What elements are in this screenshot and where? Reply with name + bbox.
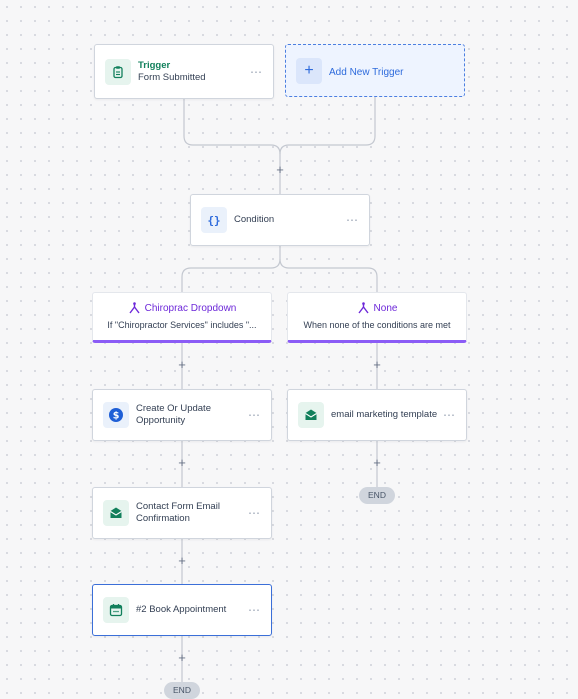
condition-label: Condition (234, 214, 275, 225)
book-appointment-card[interactable]: #2 Book Appointment ⋯ (92, 584, 272, 636)
add-new-trigger-button[interactable]: + Add New Trigger (285, 44, 465, 97)
action-label-line2: Confirmation (136, 513, 190, 524)
end-pill-right: END (359, 487, 395, 504)
end-pill-left: END (164, 682, 200, 699)
add-step-plus-left-4[interactable]: + (175, 651, 189, 665)
trigger-menu-icon[interactable]: ⋯ (250, 65, 263, 79)
action-label-line1: Contact Form Email (136, 501, 220, 512)
action-menu-icon[interactable]: ⋯ (248, 603, 261, 617)
branch-icon (129, 302, 140, 314)
add-step-plus-right-2[interactable]: + (370, 456, 384, 470)
action-label-line1: Create Or Update (136, 403, 211, 414)
trigger-title: Trigger (138, 59, 171, 71)
calendar-icon (103, 597, 129, 623)
trigger-subtitle: Form Submitted (138, 71, 206, 83)
action-label-line2: Opportunity (136, 415, 186, 426)
branch-none[interactable]: None When none of the conditions are met (287, 292, 467, 343)
plus-icon: + (296, 58, 322, 84)
condition-card[interactable]: {} Condition ⋯ (190, 194, 370, 246)
add-step-plus-left-1[interactable]: + (175, 358, 189, 372)
action-label: #2 Book Appointment (136, 604, 227, 615)
branch-subtitle: If "Chiropractor Services" includes "... (107, 320, 257, 330)
branch-icon (357, 302, 369, 314)
action-menu-icon[interactable]: ⋯ (443, 408, 456, 422)
add-step-plus-1[interactable]: + (273, 163, 287, 177)
branch-title: Chiroprac Dropdown (144, 302, 237, 314)
clipboard-icon (105, 58, 131, 85)
email-icon (103, 500, 129, 526)
action-menu-icon[interactable]: ⋯ (248, 408, 261, 422)
dollar-icon: $ (103, 402, 129, 428)
add-step-plus-left-2[interactable]: + (175, 456, 189, 470)
svg-text:$: $ (113, 410, 120, 421)
add-step-plus-right-1[interactable]: + (370, 358, 384, 372)
add-step-plus-left-3[interactable]: + (175, 554, 189, 568)
action-label: email marketing template (331, 409, 438, 420)
contact-form-email-card[interactable]: Contact Form Email Confirmation ⋯ (92, 487, 272, 539)
braces-icon: {} (201, 207, 227, 233)
create-update-opportunity-card[interactable]: $ Create Or Update Opportunity ⋯ (92, 389, 272, 441)
trigger-card[interactable]: Trigger Form Submitted ⋯ (94, 44, 274, 99)
workflow-connectors (181, 97, 378, 684)
action-menu-icon[interactable]: ⋯ (248, 506, 261, 520)
branch-chiroprac-dropdown[interactable]: Chiroprac Dropdown If "Chiropractor Serv… (92, 292, 272, 343)
condition-menu-icon[interactable]: ⋯ (346, 213, 359, 227)
add-new-trigger-label: Add New Trigger (329, 67, 404, 78)
branch-subtitle: When none of the conditions are met (303, 320, 451, 330)
email-marketing-template-card[interactable]: email marketing template ⋯ (287, 389, 467, 441)
email-icon (298, 402, 324, 428)
branch-title: None (373, 302, 398, 314)
